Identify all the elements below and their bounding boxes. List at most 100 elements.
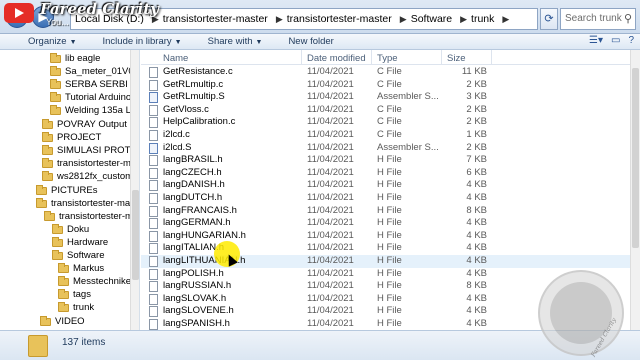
- column-header-name[interactable]: Name: [163, 53, 188, 64]
- file-row[interactable]: i2lcd.S 11/04/2021 Assembler S... 2 KB: [141, 142, 630, 155]
- nav-item[interactable]: Tutorial Arduino: [50, 91, 131, 104]
- nav-item[interactable]: Software: [52, 249, 105, 262]
- breadcrumb-separator-icon[interactable]: ▶: [400, 14, 407, 25]
- nav-item[interactable]: VIDEO: [40, 315, 85, 328]
- file-row[interactable]: GetVloss.c 11/04/2021 C File 2 KB: [141, 104, 630, 117]
- nav-item[interactable]: PICTUREs: [36, 184, 97, 197]
- file-date: 11/04/2021: [307, 78, 354, 90]
- column-header-size[interactable]: Size: [447, 53, 465, 64]
- file-size: 3 KB: [466, 91, 487, 103]
- nav-item[interactable]: POVRAY Output: [42, 118, 127, 131]
- command-toolbar: Organize ▼ Include in library ▼ Share with…: [0, 34, 640, 50]
- folder-icon: [42, 144, 53, 155]
- file-row[interactable]: i2lcd.c 11/04/2021 C File 1 KB: [141, 129, 630, 142]
- nav-item[interactable]: Doku: [52, 223, 89, 236]
- refresh-icon[interactable]: ⟳: [540, 8, 558, 30]
- file-row[interactable]: langBRASIL.h 11/04/2021 H File 7 KB: [141, 154, 630, 167]
- file-list-scrollbar-thumb[interactable]: [632, 68, 639, 248]
- file-row[interactable]: langDUTCH.h 11/04/2021 H File 4 KB: [141, 192, 630, 205]
- breadcrumb-software[interactable]: Software: [411, 13, 452, 25]
- file-date: 11/04/2021: [307, 141, 354, 153]
- folder-icon: [50, 65, 61, 76]
- help-icon[interactable]: ?: [628, 35, 634, 46]
- breadcrumb-transistortester-2[interactable]: transistortester-master: [287, 13, 392, 25]
- column-header-type[interactable]: Type: [377, 53, 398, 64]
- file-type: H File: [377, 166, 402, 178]
- nav-scrollbar[interactable]: [130, 50, 139, 330]
- folder-icon: [50, 104, 61, 115]
- nav-item[interactable]: lib eagle: [50, 52, 100, 65]
- file-row[interactable]: GetRLmultip.S 11/04/2021 Assembler S... 3 K…: [141, 91, 630, 104]
- file-date: 11/04/2021: [307, 280, 354, 292]
- file-type: C File: [377, 78, 402, 90]
- breadcrumb-trunk[interactable]: trunk: [471, 13, 494, 25]
- nav-item[interactable]: ws2812fx_custom_effect: [42, 170, 139, 183]
- file-list-scrollbar[interactable]: [630, 50, 640, 330]
- file-size: 4 KB: [466, 242, 487, 254]
- file-date: 11/04/2021: [307, 318, 354, 329]
- watermark-channel-sub: You...: [46, 17, 69, 27]
- breadcrumb-separator-icon[interactable]: ▶: [276, 14, 283, 25]
- nav-item[interactable]: tags: [58, 288, 91, 301]
- file-icon: [149, 155, 158, 167]
- file-icon: [149, 268, 158, 280]
- nav-item[interactable]: transistortester-master: [42, 157, 139, 170]
- new-folder-button[interactable]: New folder: [288, 36, 333, 47]
- file-type: H File: [377, 154, 402, 166]
- nav-item[interactable]: SERBA SERBI MIKRO: [50, 78, 139, 91]
- folder-icon: [52, 249, 63, 260]
- search-input[interactable]: Search trunk ⚲: [560, 8, 636, 30]
- view-options-icon[interactable]: ☰▾: [589, 35, 603, 46]
- file-icon: [149, 117, 158, 129]
- file-size: 2 KB: [466, 141, 487, 153]
- file-row[interactable]: langGERMAN.h 11/04/2021 H File 4 KB: [141, 217, 630, 230]
- file-date: 11/04/2021: [307, 91, 354, 103]
- nav-item[interactable]: PROJECT: [42, 131, 101, 144]
- file-name: langGERMAN.h: [163, 217, 231, 229]
- chevron-down-icon: ▼: [69, 39, 77, 46]
- file-icon: [149, 243, 158, 255]
- file-icon: [149, 104, 158, 116]
- nav-item[interactable]: Markus: [58, 262, 104, 275]
- nav-item[interactable]: Sa_meter_01V02: [50, 65, 139, 78]
- file-row[interactable]: GetResistance.c 11/04/2021 C File 11 KB: [141, 66, 630, 79]
- nav-item[interactable]: Welding 135a Lab: [50, 104, 139, 117]
- file-row[interactable]: langCZECH.h 11/04/2021 H File 6 KB: [141, 167, 630, 180]
- breadcrumb-separator-icon[interactable]: ▶: [460, 14, 467, 25]
- breadcrumb-transistortester-1[interactable]: transistortester-master: [163, 13, 268, 25]
- file-name: langRUSSIAN.h: [163, 280, 232, 292]
- file-size: 4 KB: [466, 305, 487, 317]
- share-with-menu[interactable]: Share with ▼: [208, 36, 263, 47]
- nav-item[interactable]: Messtechniker: [58, 275, 134, 288]
- file-date: 11/04/2021: [307, 166, 354, 178]
- file-row[interactable]: GetRLmultip.c 11/04/2021 C File 2 KB: [141, 79, 630, 92]
- file-size: 2 KB: [466, 78, 487, 90]
- folder-icon: [44, 210, 55, 221]
- column-header-date[interactable]: Date modified: [307, 53, 366, 64]
- preview-pane-icon[interactable]: ▭: [611, 35, 620, 46]
- nav-item[interactable]: transistortester-master: [36, 197, 139, 210]
- nav-scrollbar-thumb[interactable]: [132, 190, 139, 280]
- file-row[interactable]: langDANISH.h 11/04/2021 H File 4 KB: [141, 179, 630, 192]
- nav-item[interactable]: SIMULASI PROTEUS: [42, 144, 139, 157]
- file-date: 11/04/2021: [307, 305, 354, 317]
- file-type: H File: [377, 229, 402, 241]
- nav-item[interactable]: trunk: [58, 301, 94, 314]
- organize-menu[interactable]: Organize ▼: [28, 36, 77, 47]
- file-row[interactable]: langFRANCAIS.h 11/04/2021 H File 8 KB: [141, 205, 630, 218]
- file-date: 11/04/2021: [307, 116, 354, 128]
- file-type: H File: [377, 217, 402, 229]
- file-icon: [149, 79, 158, 91]
- file-icon: [149, 67, 158, 78]
- search-icon[interactable]: ⚲: [624, 9, 632, 29]
- file-row[interactable]: langHUNGARIAN.h 11/04/2021 H File 4 KB: [141, 230, 630, 243]
- file-size: 4 KB: [466, 318, 487, 329]
- folder-icon: [42, 157, 53, 168]
- file-date: 11/04/2021: [307, 267, 354, 279]
- breadcrumb-separator-icon[interactable]: ▶: [502, 14, 509, 25]
- nav-item[interactable]: transistortester-master: [44, 210, 139, 223]
- nav-item[interactable]: Hardware: [52, 236, 108, 249]
- include-in-library-menu[interactable]: Include in library ▼: [103, 36, 182, 47]
- file-row[interactable]: HelpCalibration.c 11/04/2021 C File 2 KB: [141, 116, 630, 129]
- file-name: langDUTCH.h: [163, 192, 223, 203]
